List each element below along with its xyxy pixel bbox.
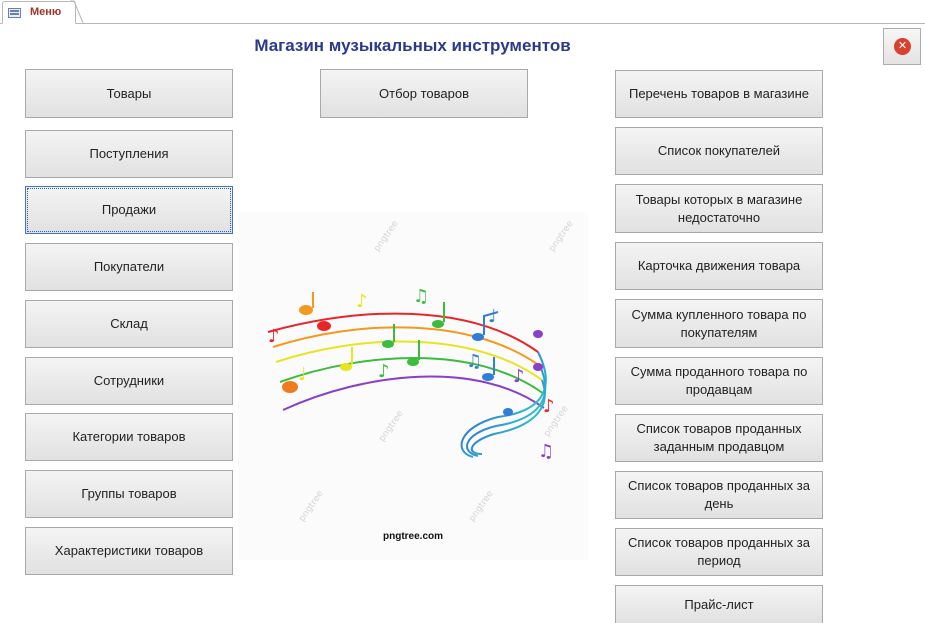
svg-text:♫: ♫ <box>466 351 482 372</box>
tab-strip: Меню <box>0 0 925 24</box>
svg-text:♫: ♫ <box>413 286 429 307</box>
button-prodazhi[interactable]: Продажи <box>25 186 233 234</box>
music-notes-image: ♪ ♫ ♩ ♪ ♫ ♪ ♪ ♫ ♪ ♩ pngtree pngtree pngt… <box>238 212 588 560</box>
button-otbor-tovarov[interactable]: Отбор товаров <box>320 69 528 118</box>
tab-menu[interactable]: Меню <box>2 1 76 24</box>
button-sotrudniki[interactable]: Сотрудники <box>25 357 233 405</box>
button-harakteristiki-tovarov[interactable]: Характеристики товаров <box>25 527 233 575</box>
menu-form: Меню Магазин музыкальных инструментов ✕ … <box>0 0 925 623</box>
image-caption: pngtree.com <box>383 531 444 542</box>
svg-text:♪: ♪ <box>543 396 555 417</box>
svg-text:pngtree: pngtree <box>377 409 406 444</box>
music-staff-graphic: ♪ ♫ ♩ ♪ ♫ ♪ ♪ ♫ ♪ ♩ pngtree pngtree pngt… <box>267 219 576 524</box>
close-button[interactable]: ✕ <box>883 28 921 65</box>
report-prodannye-za-den[interactable]: Список товаров проданных за день <box>615 471 823 519</box>
button-tovary[interactable]: Товары <box>25 69 233 118</box>
button-pokupateli[interactable]: Покупатели <box>25 243 233 291</box>
report-prodannye-prodavcom[interactable]: Список товаров проданных заданным продав… <box>615 414 823 462</box>
button-gruppy-tovarov[interactable]: Группы товаров <box>25 470 233 518</box>
report-summa-prodannogo[interactable]: Сумма проданного товара по продавцам <box>615 357 823 405</box>
svg-text:♩: ♩ <box>298 364 307 385</box>
svg-text:pngtree: pngtree <box>467 489 496 524</box>
report-summa-kuplennogo[interactable]: Сумма купленного товара по покупателям <box>615 299 823 348</box>
button-postupleniya[interactable]: Поступления <box>25 130 233 178</box>
svg-text:♪: ♪ <box>268 326 280 347</box>
report-nedostatochno-tovarov[interactable]: Товары которых в магазине недостаточно <box>615 184 823 233</box>
svg-text:♫: ♫ <box>538 441 554 462</box>
report-spisok-pokupateley[interactable]: Список покупателей <box>615 127 823 175</box>
report-prodannye-za-period[interactable]: Список товаров проданных за период <box>615 528 823 576</box>
svg-text:pngtree: pngtree <box>372 219 401 254</box>
tab-edge <box>70 0 84 24</box>
svg-text:pngtree: pngtree <box>297 489 326 524</box>
report-kartochka-dvizheniya[interactable]: Карточка движения товара <box>615 242 823 290</box>
svg-text:pngtree: pngtree <box>547 219 576 254</box>
report-perechen-tovarov[interactable]: Перечень товаров в магазине <box>615 70 823 118</box>
form-icon <box>8 8 21 18</box>
page-title: Магазин музыкальных инструментов <box>254 36 571 55</box>
button-kategorii-tovarov[interactable]: Категории товаров <box>25 413 233 461</box>
report-prays-list[interactable]: Прайс-лист <box>615 585 823 623</box>
svg-text:♪: ♪ <box>356 291 368 312</box>
tab-edge-shape <box>70 0 84 24</box>
svg-text:♪: ♪ <box>378 361 390 382</box>
svg-text:♪: ♪ <box>513 366 525 387</box>
button-sklad[interactable]: Склад <box>25 300 233 348</box>
svg-text:♩: ♩ <box>488 306 497 327</box>
tab-menu-label: Меню <box>30 6 62 18</box>
close-icon: ✕ <box>894 38 911 55</box>
